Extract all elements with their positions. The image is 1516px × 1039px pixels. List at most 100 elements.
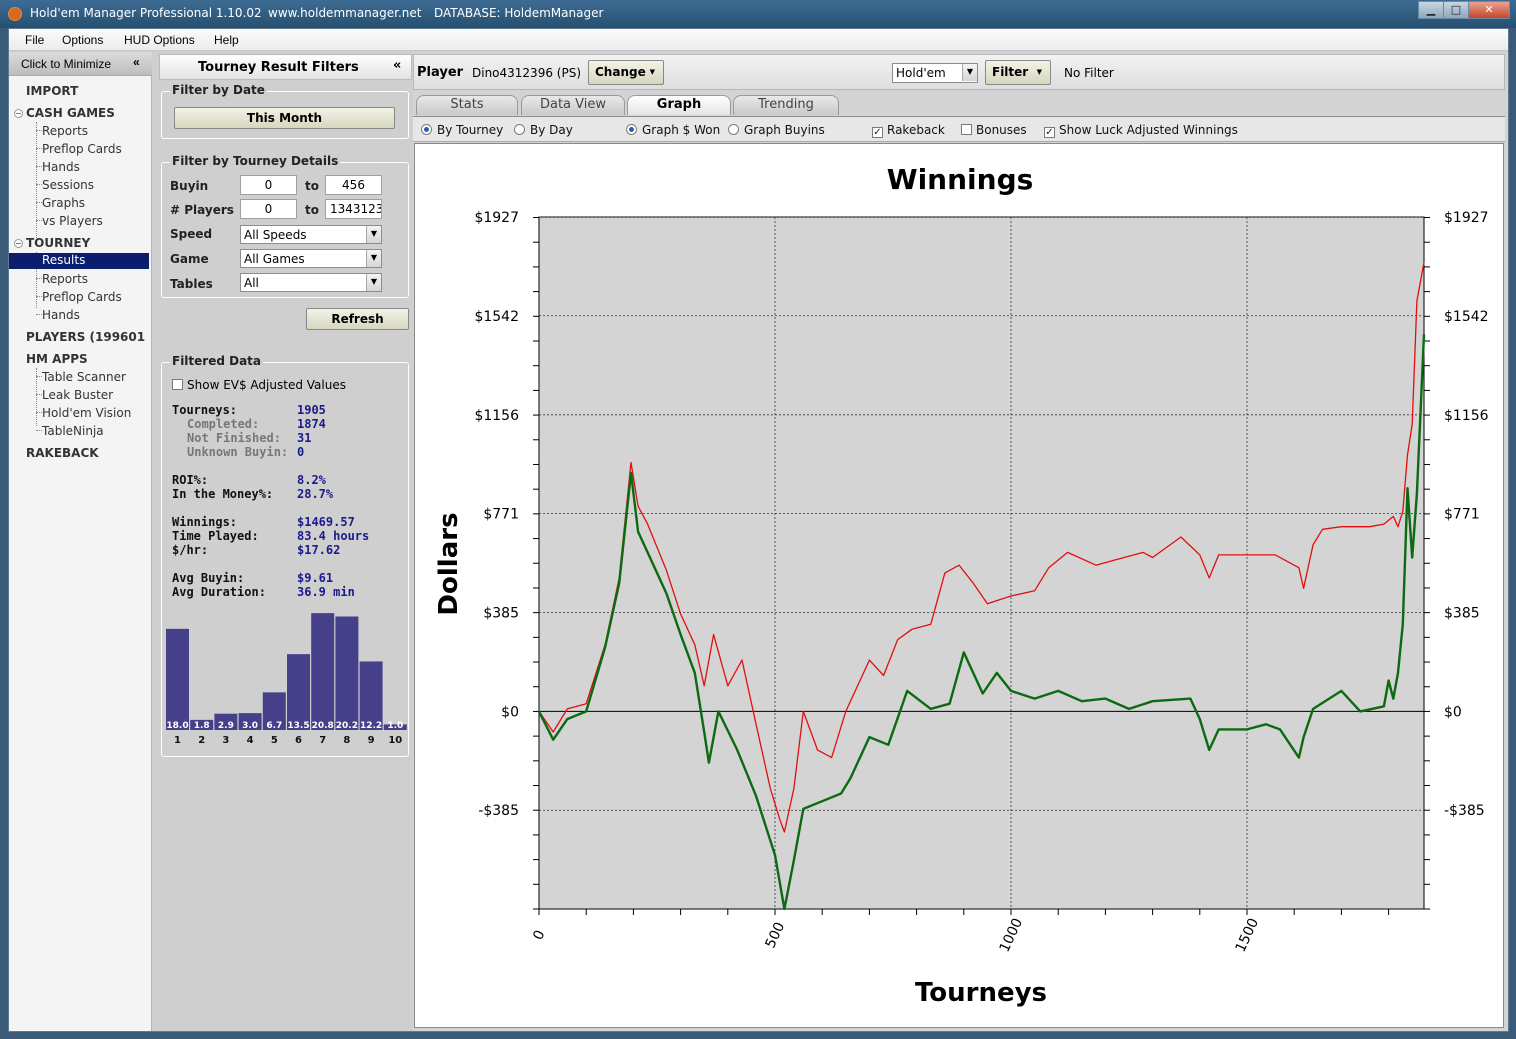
filters-collapse-icon[interactable]: « xyxy=(393,58,401,73)
checkmark-icon[interactable]: ✓ xyxy=(872,127,883,138)
tab-graph[interactable]: Graph xyxy=(627,95,731,115)
buyin-from-input[interactable]: 0 xyxy=(240,175,297,195)
checkmark-icon[interactable]: ✓ xyxy=(1044,127,1055,138)
nav-tableninja[interactable]: TableNinja xyxy=(42,424,104,438)
histogram-bin-label: 7 xyxy=(319,735,326,746)
ev-adjusted-checkbox-box[interactable] xyxy=(172,379,183,390)
players-from-input[interactable]: 0 xyxy=(240,199,297,219)
histogram-value-label: 13.5 xyxy=(287,721,309,731)
collapse-chevron-icon[interactable]: « xyxy=(133,55,140,69)
graph-buyins-radio[interactable]: Graph Buyins xyxy=(728,123,825,137)
tab-data-view[interactable]: Data View xyxy=(521,95,625,115)
nav-cash-graphs[interactable]: Graphs xyxy=(42,196,85,210)
chevron-down-icon[interactable]: ▼ xyxy=(366,250,381,267)
title-bar: Hold'em Manager Professional 1.10.02 www… xyxy=(0,0,1516,28)
histogram-value-label: 20.8 xyxy=(312,721,334,731)
tab-stats[interactable]: Stats xyxy=(416,95,518,115)
player-bar: Player Dino4312396 (PS) Change ▼ Hold'em… xyxy=(413,54,1505,90)
tables-select[interactable]: All ▼ xyxy=(240,273,382,292)
by-day-radio[interactable]: By Day xyxy=(514,123,573,137)
y-tick-label: $771 xyxy=(483,507,519,523)
minimize-window-button[interactable]: ▁ xyxy=(1418,1,1444,19)
left-nav: Click to Minimize « IMPORT − CASH GAMES … xyxy=(9,52,152,1031)
chevron-down-icon[interactable]: ▼ xyxy=(366,226,381,243)
chevron-down-icon[interactable]: ▼ xyxy=(962,64,977,81)
nav-tourney-reports[interactable]: Reports xyxy=(42,272,88,286)
radio-selected-icon[interactable] xyxy=(421,124,432,135)
stat-label: Winnings: xyxy=(172,515,238,529)
filtered-data-group: Filtered Data Show EV$ Adjusted Values T… xyxy=(161,354,409,757)
minimize-nav-bar[interactable]: Click to Minimize « xyxy=(9,52,152,76)
chart-title: Winnings xyxy=(887,163,1034,196)
nav-cash-sessions[interactable]: Sessions xyxy=(42,178,94,192)
game-select[interactable]: All Games ▼ xyxy=(240,249,382,268)
nav-cash-reports[interactable]: Reports xyxy=(42,124,88,138)
filter-button[interactable]: Filter ▼ xyxy=(985,60,1051,85)
graph-won-label: Graph $ Won xyxy=(642,123,721,137)
window-title: Hold'em Manager Professional 1.10.02 xyxy=(30,6,262,20)
by-day-label: By Day xyxy=(530,123,573,137)
speed-select[interactable]: All Speeds ▼ xyxy=(240,225,382,244)
nav-players[interactable]: PLAYERS (199601 xyxy=(26,330,145,344)
players-to-input[interactable]: 1343123 xyxy=(325,199,382,219)
histogram-bar xyxy=(287,654,310,730)
bonuses-checkbox[interactable]: Bonuses xyxy=(961,123,1027,137)
menu-help[interactable]: Help xyxy=(214,33,239,47)
filter-status: No Filter xyxy=(1064,66,1114,80)
cash-games-collapse-icon[interactable]: − xyxy=(14,109,23,118)
change-player-button[interactable]: Change ▼ xyxy=(588,60,664,85)
nav-cash-hands[interactable]: Hands xyxy=(42,160,80,174)
stat-label: Completed: xyxy=(187,417,260,431)
nav-rakeback[interactable]: RAKEBACK xyxy=(26,446,99,460)
graph-won-radio[interactable]: Graph $ Won xyxy=(626,123,720,137)
radio-icon[interactable] xyxy=(514,124,525,135)
speed-select-value: All Speeds xyxy=(244,228,307,242)
histogram-bar xyxy=(166,628,189,730)
rakeback-checkbox[interactable]: ✓ Rakeback xyxy=(872,123,945,138)
nav-cash-games[interactable]: CASH GAMES xyxy=(26,106,115,120)
nav-cash-preflop-cards[interactable]: Preflop Cards xyxy=(42,142,122,156)
stat-value: 83.4 hours xyxy=(297,529,370,543)
nav-tourney[interactable]: TOURNEY xyxy=(26,236,90,250)
nav-hm-apps[interactable]: HM APPS xyxy=(26,352,88,366)
menu-file[interactable]: File xyxy=(25,33,44,47)
checkbox-icon[interactable] xyxy=(961,124,972,135)
luck-adjusted-checkbox[interactable]: ✓ Show Luck Adjusted Winnings xyxy=(1044,123,1238,138)
tab-trending[interactable]: Trending xyxy=(733,95,839,115)
finish-histogram: 18.0 1 1.8 2 2.9 3 3.0 4 6.7 5 13.5 6 20.8 7 20.2 8 12.2… xyxy=(166,613,407,746)
histogram-bin-label: 4 xyxy=(247,735,254,746)
stat-value: $1469.57 xyxy=(297,515,355,529)
buyin-to-input[interactable]: 456 xyxy=(325,175,382,195)
menu-options[interactable]: Options xyxy=(62,33,103,47)
radio-icon[interactable] xyxy=(728,124,739,135)
nav-cash-vs-players[interactable]: vs Players xyxy=(42,214,103,228)
y-tick-label-right: $1156 xyxy=(1444,408,1489,424)
histogram-bin-label: 6 xyxy=(295,735,302,746)
nav-leak-buster[interactable]: Leak Buster xyxy=(42,388,113,402)
tables-select-value: All xyxy=(244,276,259,290)
nav-tourney-preflop-cards[interactable]: Preflop Cards xyxy=(42,290,122,304)
nav-table-scanner[interactable]: Table Scanner xyxy=(42,370,126,384)
nav-holdem-vision[interactable]: Hold'em Vision xyxy=(42,406,131,420)
ev-adjusted-checkbox[interactable]: Show EV$ Adjusted Values xyxy=(172,378,346,392)
radio-selected-icon[interactable] xyxy=(626,124,637,135)
chevron-down-icon[interactable]: ▼ xyxy=(366,274,381,291)
this-month-button[interactable]: This Month xyxy=(174,107,395,129)
stat-label: Not Finished: xyxy=(187,431,281,445)
by-tourney-radio[interactable]: By Tourney xyxy=(421,123,503,137)
menu-hud-options[interactable]: HUD Options xyxy=(124,33,195,47)
players-to-label: to xyxy=(305,203,319,217)
histogram-value-label: 1.0 xyxy=(387,721,403,731)
game-type-select[interactable]: Hold'em ▼ xyxy=(892,63,978,83)
tourney-collapse-icon[interactable]: − xyxy=(14,239,23,248)
bonuses-label: Bonuses xyxy=(976,123,1027,137)
maximize-window-button[interactable]: □ xyxy=(1443,1,1469,19)
nav-tourney-hands[interactable]: Hands xyxy=(42,308,80,322)
nav-import[interactable]: IMPORT xyxy=(26,84,78,98)
nav-tourney-results[interactable]: Results xyxy=(9,253,149,269)
stat-value: $17.62 xyxy=(297,543,341,557)
refresh-button[interactable]: Refresh xyxy=(306,308,409,330)
stat-value: 1905 xyxy=(297,403,326,417)
close-window-button[interactable]: ✕ xyxy=(1468,1,1510,19)
stat-label: Tourneys: xyxy=(172,403,238,417)
